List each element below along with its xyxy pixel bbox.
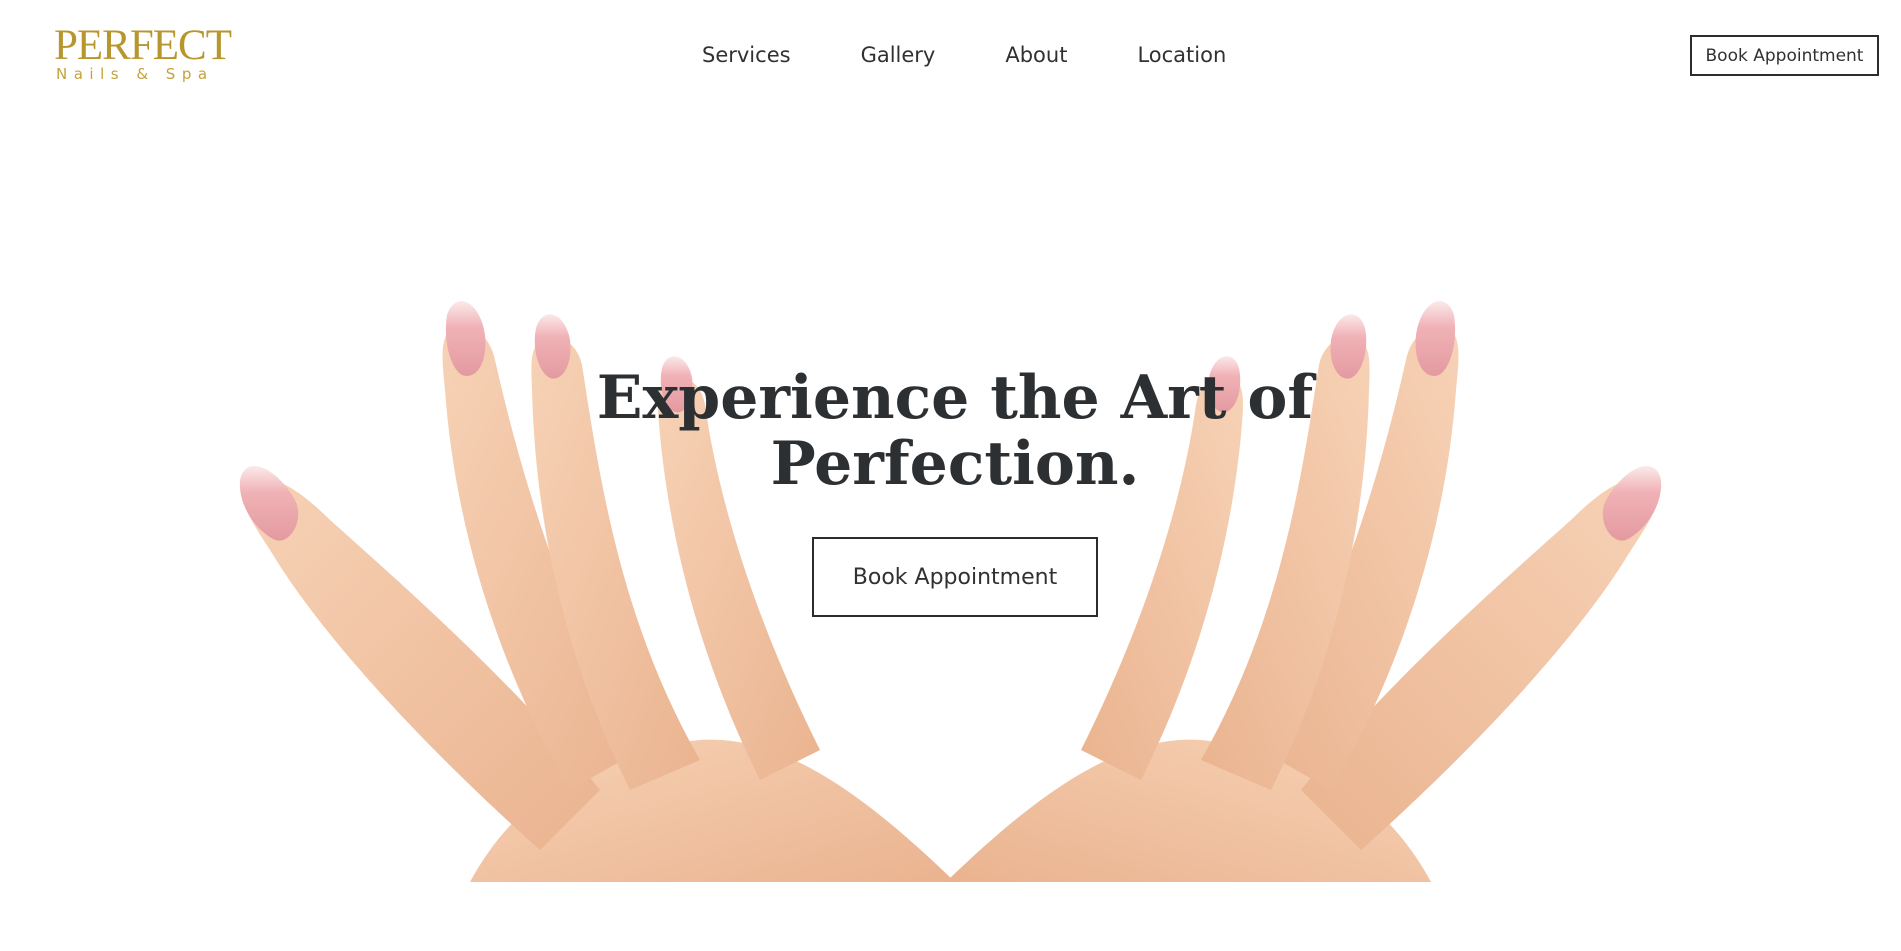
hero-title: Experience the Art of Perfection. [550,365,1360,497]
main-nav: Services Gallery About Location [702,40,1226,70]
hero-book-appointment-button[interactable]: Book Appointment [812,537,1098,617]
nav-about[interactable]: About [1005,40,1067,70]
manicured-hands-image [239,301,1662,882]
hero-title-line-2: Perfection. [770,429,1140,499]
site-header: PERFECT Nails & Spa Services Gallery Abo… [0,0,1901,110]
brand-logo[interactable]: PERFECT Nails & Spa [54,22,232,83]
brand-tagline: Nails & Spa [56,65,214,83]
nav-services[interactable]: Services [702,40,791,70]
brand-name: PERFECT [54,22,232,69]
hero-title-line-1: Experience the Art of [596,363,1314,433]
header-book-appointment-button[interactable]: Book Appointment [1690,35,1879,76]
nav-gallery[interactable]: Gallery [861,40,936,70]
nav-location[interactable]: Location [1137,40,1226,70]
page: PERFECT Nails & Spa Services Gallery Abo… [0,0,1901,951]
hero-section: Experience the Art of Perfection. Book A… [0,150,1901,882]
